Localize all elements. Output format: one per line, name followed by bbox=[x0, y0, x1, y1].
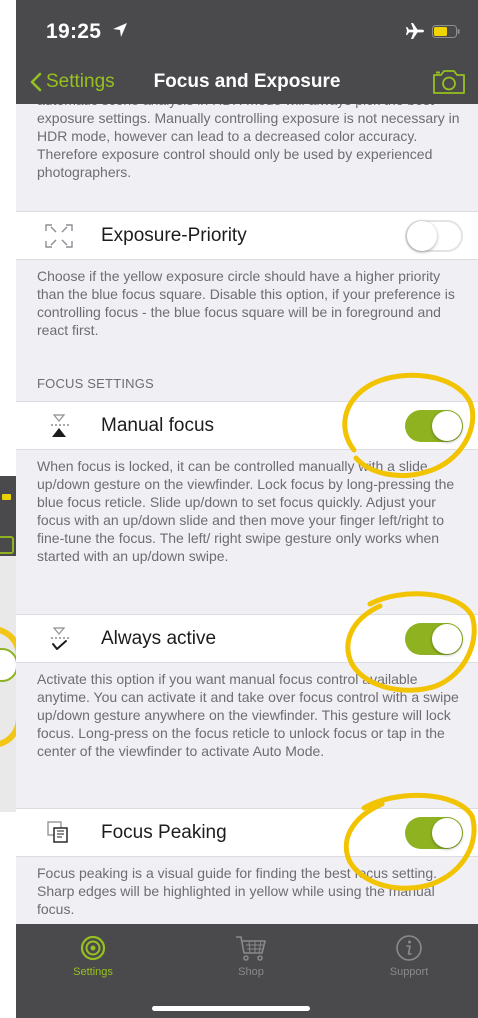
focus-settings-header: FOCUS SETTINGS bbox=[37, 376, 154, 391]
exposure-priority-description: Choose if the yellow exposure circle sho… bbox=[37, 268, 455, 338]
hdr-exposure-description: automatic scene analysis in HDR mode wil… bbox=[37, 104, 460, 180]
focus-peaking-icon bbox=[47, 821, 68, 843]
toggle-knob bbox=[432, 624, 462, 654]
exposure-priority-row[interactable]: Exposure-Priority bbox=[16, 211, 478, 260]
fragment-battery-icon bbox=[2, 494, 11, 500]
toggle-knob bbox=[432, 818, 462, 848]
info-icon bbox=[396, 935, 422, 961]
exposure-priority-toggle[interactable] bbox=[405, 220, 463, 252]
status-time: 19:25 bbox=[46, 20, 102, 43]
manual-focus-icon bbox=[51, 414, 69, 437]
always-active-icon bbox=[51, 627, 69, 650]
always-active-toggle[interactable] bbox=[405, 623, 463, 655]
background-screenshot-fragment bbox=[0, 476, 17, 812]
battery-icon bbox=[432, 25, 460, 38]
manual-focus-row[interactable]: Manual focus bbox=[16, 401, 478, 450]
exposure-priority-label: Exposure-Priority bbox=[101, 225, 247, 246]
always-active-description: Activate this option if you want manual … bbox=[37, 671, 459, 759]
focus-peaking-row[interactable]: Focus Peaking bbox=[16, 808, 478, 857]
gear-icon bbox=[80, 935, 106, 961]
app-screen: 19:25 Settings Focus and Exposure automa… bbox=[16, 0, 478, 1018]
status-bar: 19:25 bbox=[16, 0, 478, 60]
manual-focus-description: When focus is locked, it can be controll… bbox=[37, 458, 455, 564]
location-arrow-icon bbox=[113, 23, 127, 37]
settings-list[interactable]: automatic scene analysis in HDR mode wil… bbox=[16, 104, 478, 924]
manual-focus-toggle[interactable] bbox=[405, 410, 463, 442]
always-active-label: Always active bbox=[101, 628, 217, 649]
toggle-knob bbox=[407, 221, 437, 251]
manual-focus-label: Manual focus bbox=[101, 415, 215, 436]
always-active-row[interactable]: Always active bbox=[16, 614, 478, 663]
home-indicator[interactable] bbox=[152, 1006, 310, 1011]
fragment-annotation-circle bbox=[0, 626, 16, 748]
toggle-knob bbox=[432, 411, 462, 441]
tab-shop-label: Shop bbox=[238, 966, 264, 978]
tab-support-label: Support bbox=[389, 966, 429, 978]
tab-support[interactable]: Support bbox=[349, 934, 469, 978]
tab-settings-label: Settings bbox=[73, 966, 113, 978]
camera-icon[interactable] bbox=[432, 68, 466, 96]
tab-bar: Settings Shop Support bbox=[16, 924, 478, 1018]
exposure-frame-icon bbox=[45, 224, 73, 248]
cart-icon bbox=[236, 936, 266, 961]
tab-settings[interactable]: Settings bbox=[33, 934, 153, 978]
navigation-bar: Settings Focus and Exposure bbox=[16, 60, 478, 104]
page-title: Focus and Exposure bbox=[153, 71, 341, 92]
tab-shop[interactable]: Shop bbox=[191, 934, 311, 978]
fragment-camera-icon bbox=[0, 536, 14, 554]
focus-peaking-description: Focus peaking is a visual guide for find… bbox=[37, 865, 438, 917]
focus-peaking-label: Focus Peaking bbox=[101, 822, 227, 843]
airplane-mode-icon bbox=[406, 23, 424, 39]
focus-peaking-toggle[interactable] bbox=[405, 817, 463, 849]
